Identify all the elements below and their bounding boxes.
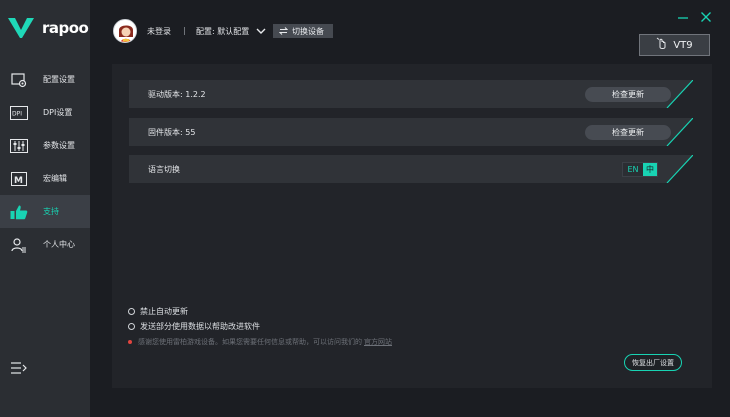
language-toggle: EN 中	[622, 162, 658, 177]
dpi-icon: DPI	[10, 105, 28, 121]
driver-version-row: 驱动版本: 1.2.2 检查更新	[129, 80, 693, 108]
device-name: VT9	[673, 39, 693, 51]
radio-button[interactable]	[128, 308, 135, 315]
sidebar-item-label: 宏编辑	[43, 174, 67, 183]
language-label: 语言切换	[148, 165, 180, 174]
rapoo-logo: rapoo	[8, 18, 89, 38]
lang-zh-option[interactable]: 中	[643, 163, 657, 176]
sidebar-item-label: 个人中心	[43, 240, 75, 249]
menu-collapse-icon[interactable]	[11, 361, 27, 375]
official-site-link[interactable]: 官方网站	[364, 337, 392, 347]
notice-dot-icon	[128, 340, 132, 344]
sliders-icon	[10, 138, 28, 154]
macro-icon: M	[10, 171, 28, 187]
disable-autoupdate-option[interactable]: 禁止自动更新	[128, 306, 188, 317]
driver-version-label: 驱动版本: 1.2.2	[148, 90, 206, 99]
sidebar-item-params[interactable]: 参数设置	[0, 129, 90, 162]
sidebar: rapoo 配置设置 DPI DPI设置 参数设置 M 宏编辑 支持 个人中心	[0, 0, 90, 417]
option-label: 禁止自动更新	[140, 307, 188, 316]
language-row: 语言切换 EN 中	[129, 155, 693, 183]
config-gear-icon	[10, 72, 28, 88]
thumbs-up-icon	[10, 204, 28, 220]
device-tab[interactable]: VT9	[639, 34, 710, 56]
close-icon[interactable]	[700, 11, 712, 23]
minimize-icon[interactable]	[677, 11, 689, 23]
mouse-click-icon	[656, 37, 669, 53]
sidebar-item-config[interactable]: 配置设置	[0, 63, 90, 96]
logo-text: rapoo	[42, 19, 89, 37]
login-status[interactable]: 未登录	[147, 26, 171, 37]
firmware-version-label: 固件版本: 55	[148, 128, 196, 137]
support-notice: 感谢您使用雷柏游戏设备。如果您需要任何信息或帮助，可以访问我们的 官方网站	[128, 337, 392, 347]
avatar[interactable]	[113, 19, 137, 43]
sidebar-nav: 配置设置 DPI DPI设置 参数设置 M 宏编辑 支持 个人中心	[0, 63, 90, 261]
switch-device-label: 切换设备	[292, 26, 324, 36]
option-label: 发送部分使用数据以帮助改进软件	[140, 322, 260, 331]
user-list-icon	[10, 237, 28, 253]
row-background	[129, 155, 693, 183]
factory-reset-button[interactable]: 恢复出厂设置	[624, 354, 682, 371]
sidebar-item-macro[interactable]: M 宏编辑	[0, 162, 90, 195]
check-firmware-update-button[interactable]: 检查更新	[585, 125, 671, 140]
send-data-option[interactable]: 发送部分使用数据以帮助改进软件	[128, 321, 260, 332]
sidebar-item-label: 支持	[43, 207, 59, 216]
sidebar-item-label: 配置设置	[43, 75, 75, 84]
check-driver-update-button[interactable]: 检查更新	[585, 87, 671, 102]
svg-text:DPI: DPI	[12, 110, 22, 117]
sidebar-item-support[interactable]: 支持	[0, 195, 90, 228]
lang-en-option[interactable]: EN	[623, 163, 643, 176]
sidebar-item-profile[interactable]: 个人中心	[0, 228, 90, 261]
svg-text:M: M	[14, 176, 23, 186]
logo-v-mark-icon	[8, 18, 34, 38]
sidebar-item-label: DPI设置	[43, 108, 73, 117]
header-separator: |	[183, 26, 186, 35]
support-panel: 驱动版本: 1.2.2 检查更新 固件版本: 55 检查更新 语言切换 EN 中…	[112, 64, 712, 388]
chevron-down-icon[interactable]	[256, 27, 266, 35]
config-label: 配置: 默认配置	[196, 27, 250, 36]
radio-button[interactable]	[128, 323, 135, 330]
firmware-version-row: 固件版本: 55 检查更新	[129, 118, 693, 146]
switch-device-button[interactable]: 切换设备	[273, 24, 333, 38]
notice-text: 感谢您使用雷柏游戏设备。如果您需要任何信息或帮助，可以访问我们的	[138, 338, 362, 346]
sidebar-item-dpi[interactable]: DPI DPI设置	[0, 96, 90, 129]
switch-arrows-icon	[279, 27, 288, 35]
sidebar-item-label: 参数设置	[43, 141, 75, 150]
